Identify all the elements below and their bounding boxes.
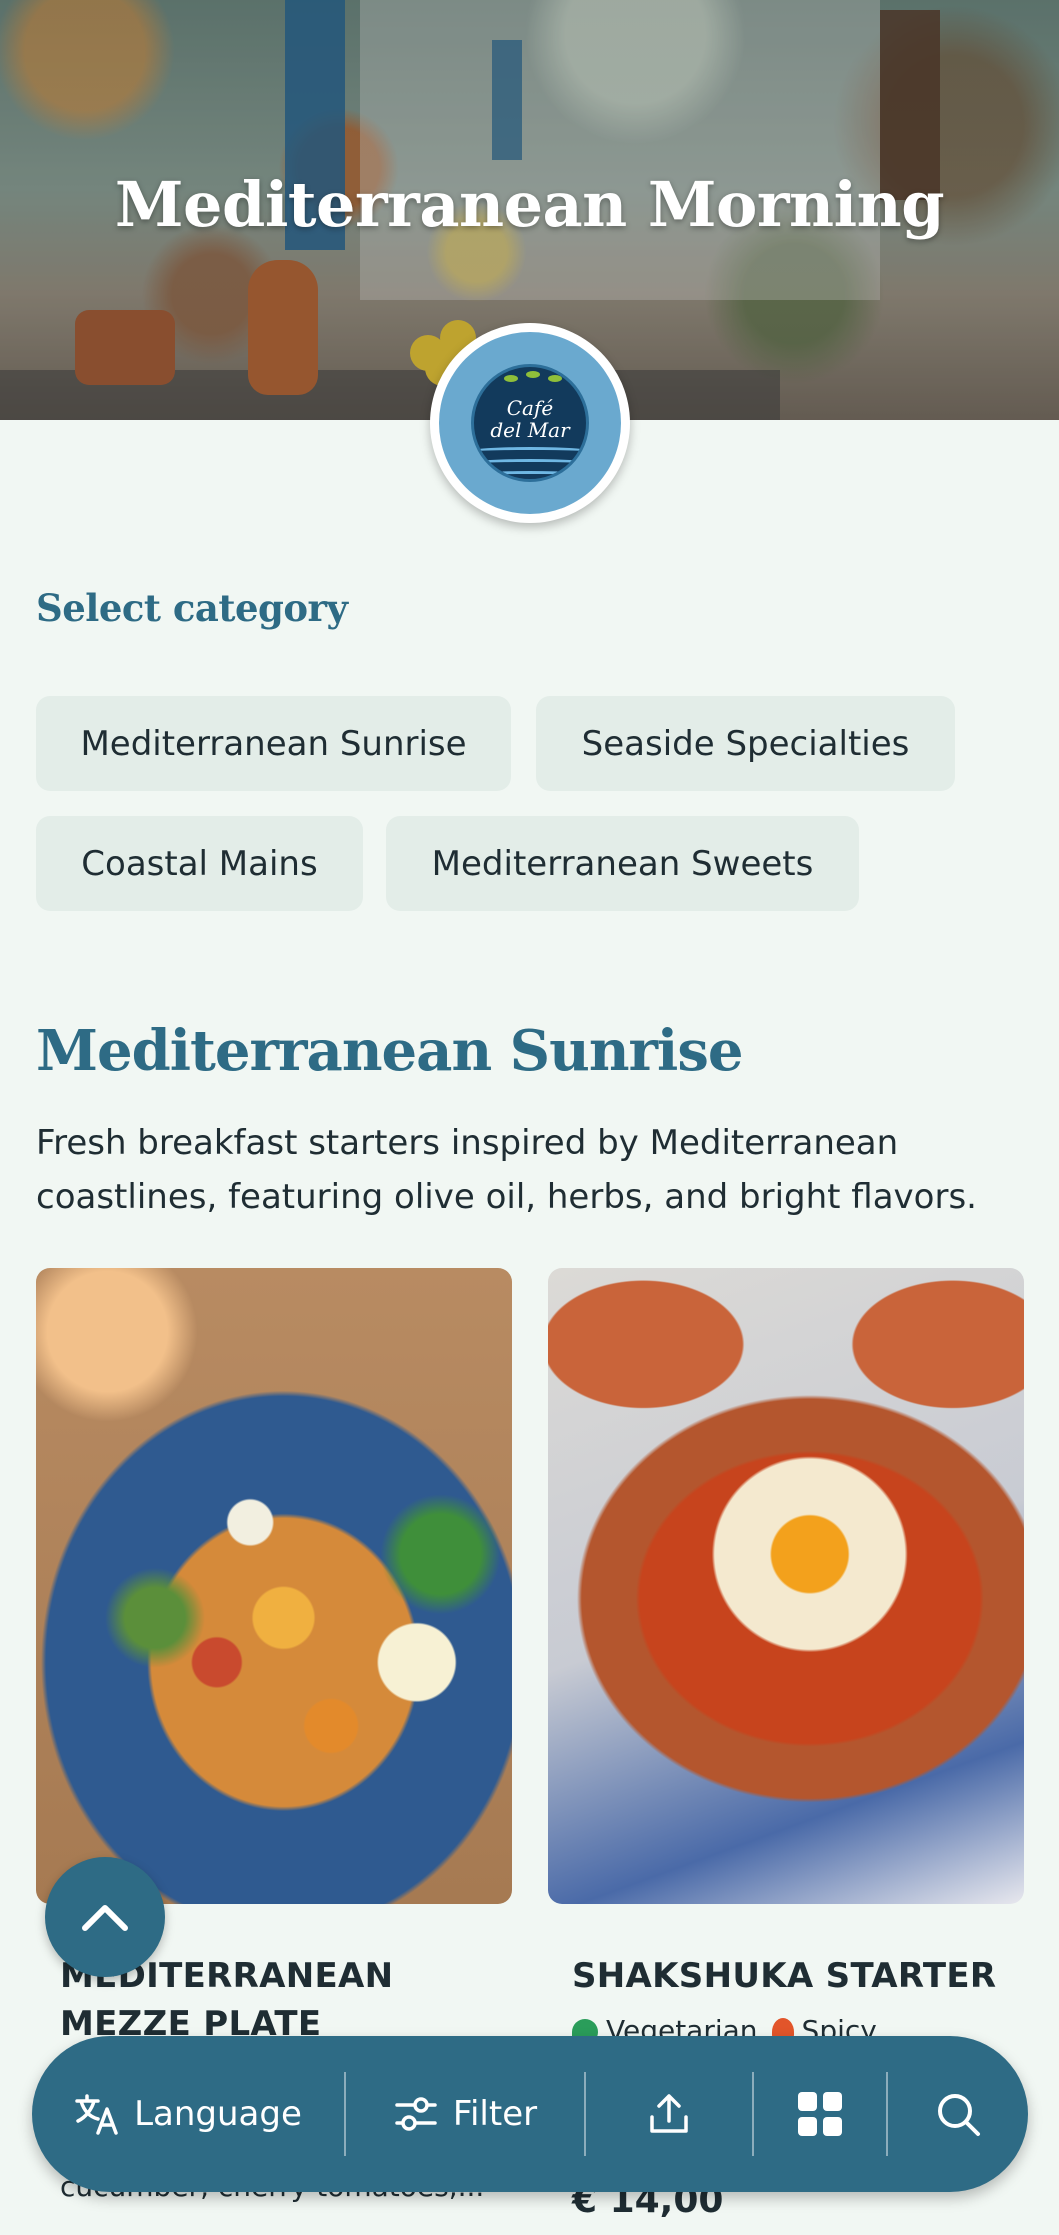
chip-label: Mediterranean Sunrise [80,723,467,764]
share-icon [650,2094,688,2133]
chip-label: Mediterranean Sweets [431,843,814,884]
translate-icon [75,2094,118,2135]
menu-item-image-mezze-plate[interactable] [36,1268,512,1904]
grid-icon [798,2092,842,2136]
language-label: Language [134,2094,302,2134]
section-description: Fresh breakfast starters inspired by Med… [36,1123,977,1217]
grid-view-button[interactable] [754,2036,886,2192]
category-chip-seaside-specialties[interactable]: Seaside Specialties [536,696,955,791]
section-title: Mediterranean Sunrise [36,1018,743,1084]
language-button[interactable]: Language [32,2036,344,2192]
filter-button[interactable]: Filter [346,2036,584,2192]
search-icon [938,2094,980,2136]
cafe-logo: Café del Mar [430,323,630,523]
share-button[interactable] [586,2036,752,2192]
category-chip-mediterranean-sunrise[interactable]: Mediterranean Sunrise [36,696,511,791]
menu-item-title-shakshuka[interactable]: SHAKSHUKA STARTER [572,1952,996,2000]
category-chip-coastal-mains[interactable]: Coastal Mains [36,816,363,911]
title-line: SHAKSHUKA STARTER [572,1956,997,1996]
logo-text-line2: del Mar [490,418,570,442]
chip-label: Seaside Specialties [581,723,910,764]
category-chip-mediterranean-sweets[interactable]: Mediterranean Sweets [386,816,859,911]
bottom-toolbar: Language Filter [32,2036,1028,2192]
scroll-to-top-button[interactable] [45,1857,165,1977]
menu-item-image-shakshuka[interactable] [548,1268,1024,1904]
category-heading: Select category [36,586,348,630]
filter-label: Filter [452,2094,538,2134]
search-button[interactable] [888,2036,1028,2192]
chip-label: Coastal Mains [81,843,318,884]
chevron-up-icon [82,1905,128,1931]
filter-icon [395,2097,437,2131]
page-title: Mediterranean Morning [114,168,945,241]
logo-text-line1: Café [506,396,554,420]
